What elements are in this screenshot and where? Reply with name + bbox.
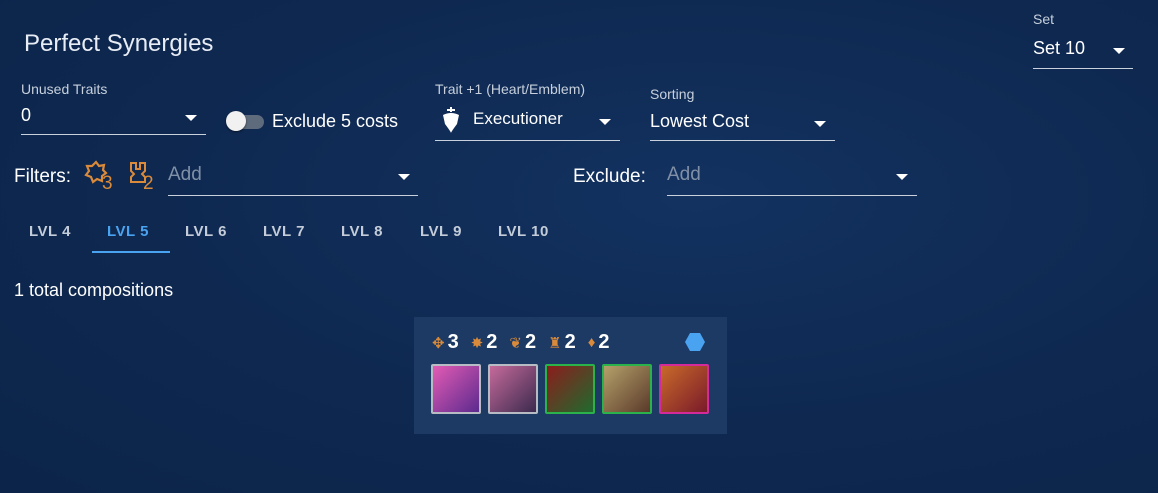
sorting-select[interactable]: Lowest Cost — [650, 109, 835, 141]
tab-lvl-5[interactable]: LVL 5 — [107, 223, 149, 240]
filters-placeholder: Add — [168, 164, 202, 185]
hexagon-icon — [685, 333, 705, 351]
chevron-down-icon — [896, 174, 908, 180]
toggle-thumb — [226, 111, 246, 131]
exclude-5-costs-toggle[interactable]: Exclude 5 costs — [226, 110, 406, 134]
unused-traits-label: Unused Traits — [21, 81, 108, 97]
trait-plus-label: Trait +1 (Heart/Emblem) — [435, 81, 586, 97]
trait-count: ❦ 2 — [509, 331, 537, 353]
trait-icon: ✸ — [470, 334, 484, 352]
trait-count: ♦ 2 — [587, 331, 610, 353]
trait-count: ✸ 2 — [470, 331, 498, 353]
unused-traits-value: 0 — [21, 105, 32, 125]
filter-chip-count: 2 — [143, 173, 154, 194]
page-title: Perfect Synergies — [24, 30, 214, 57]
filter-chip-count: 3 — [102, 173, 113, 194]
unused-traits-select[interactable]: 0 — [21, 104, 206, 135]
trait-summary: ✥ 3 ✸ 2 ❦ 2 ♜ 2 ♦ 2 — [432, 331, 609, 354]
tab-lvl-10[interactable]: LVL 10 — [498, 223, 549, 240]
trait-plus-value: Executioner — [473, 109, 563, 128]
trait-count: ✥ 3 — [432, 331, 459, 353]
champion-portrait[interactable] — [545, 364, 595, 414]
trait-icon: ♜ — [548, 334, 562, 352]
chevron-down-icon — [599, 119, 611, 125]
active-tab-indicator — [92, 251, 170, 253]
exclude-label: Exclude: — [573, 166, 646, 187]
champion-portrait[interactable] — [602, 364, 652, 414]
tab-lvl-8[interactable]: LVL 8 — [341, 223, 383, 240]
trait-icon: ❦ — [509, 334, 522, 352]
sorting-label: Sorting — [650, 86, 695, 102]
composition-card[interactable]: ✥ 3 ✸ 2 ❦ 2 ♜ 2 ♦ 2 — [414, 317, 727, 434]
set-value: Set 10 — [1033, 38, 1086, 58]
champion-portrait[interactable] — [488, 364, 538, 414]
tab-lvl-6[interactable]: LVL 6 — [185, 223, 227, 240]
trait-plus-select[interactable]: Executioner — [435, 104, 620, 141]
filter-chip-1[interactable]: 3 — [84, 160, 118, 194]
trait-icon: ♦ — [587, 334, 596, 351]
tab-lvl-7[interactable]: LVL 7 — [263, 223, 305, 240]
total-compositions: 1 total compositions — [14, 280, 174, 300]
chevron-down-icon — [398, 174, 410, 180]
filters-label: Filters: — [14, 166, 71, 187]
sorting-value: Lowest Cost — [650, 111, 750, 131]
tab-lvl-9[interactable]: LVL 9 — [420, 223, 462, 240]
filter-chip-2[interactable]: 2 — [127, 160, 161, 194]
chevron-down-icon — [814, 121, 826, 127]
champion-row — [431, 364, 709, 414]
trait-icon: ✥ — [432, 334, 445, 352]
filters-input[interactable]: Add — [168, 160, 418, 196]
exclude-placeholder: Add — [667, 164, 701, 185]
champion-portrait[interactable] — [659, 364, 709, 414]
exclude-input[interactable]: Add — [667, 160, 917, 196]
set-label: Set — [1033, 11, 1055, 27]
executioner-icon — [443, 107, 459, 133]
champion-portrait[interactable] — [431, 364, 481, 414]
set-select[interactable]: Set 10 — [1033, 36, 1133, 69]
chevron-down-icon — [1113, 48, 1125, 54]
exclude-5-costs-label: Exclude 5 costs — [272, 111, 399, 131]
trait-count: ♜ 2 — [548, 331, 576, 353]
tab-lvl-4[interactable]: LVL 4 — [29, 223, 71, 240]
chevron-down-icon — [185, 115, 197, 121]
